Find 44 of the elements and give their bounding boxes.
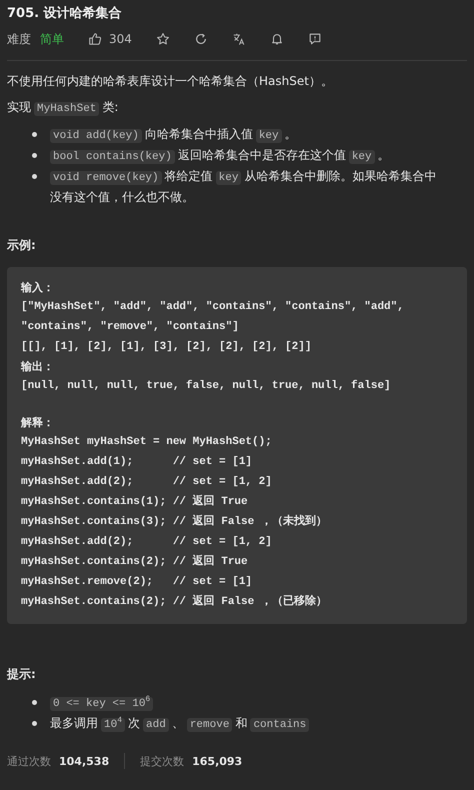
section-heading: 示例: [7,237,37,254]
stat-value: 165,093 [192,754,242,768]
bullet-dot [32,721,37,726]
difficulty-label: 难度 [7,30,31,48]
list-item-text: void add(key) 向哈希集合中插入值 key 。 [50,125,467,146]
difficulty-value: 简单 [40,30,64,48]
list-item-text: void remove(key) 将给定值 key 从哈希集合中删除。如果哈希集合中没有这个值，什么也不做。 [50,168,438,206]
comment-icon[interactable] [308,32,322,46]
translate-icon[interactable] [232,32,246,46]
problem-title: 705. 设计哈希集合 [7,5,123,23]
star-icon[interactable] [156,32,170,46]
code-line: myHashSet.add(2); // set = [1, 2] [21,475,273,490]
code-line: myHashSet.add(2); // set = [1, 2] [21,535,273,550]
code-label: 解释： [21,415,55,431]
bullet-dot [32,174,37,179]
section-heading: 提示: [7,666,37,683]
bell-icon[interactable] [270,32,284,46]
description-text: 不使用任何内建的哈希表库设计一个哈希集合（HashSet）。 [7,73,334,90]
stat-label: 通过次数 [7,754,51,768]
stat-label: 提交次数 [140,754,184,768]
code-label: 输出： [21,359,55,375]
bullet-dot [32,153,37,158]
code-line: myHashSet.remove(2); // set = [1] [21,575,254,590]
code-line: myHashSet.contains(1); // 返回 True [21,494,249,510]
list-item-text: 最多调用 10$^{4}$ 次 add 、 remove 和 contains [50,714,467,735]
refresh-icon[interactable] [194,32,208,46]
code-line: "contains", "remove", "contains"] [21,320,240,335]
code-line: myHashSet.add(1); // set = [1] [21,455,254,470]
code-line: ["MyHashSet", "add", "add", "contains", "contains", "add", [21,300,405,315]
description-text: 实现 MyHashSet 类: [7,99,120,118]
code-line: myHashSet.contains(2); // 返回 False ，（已移除） [21,594,328,610]
like-button[interactable]: 304 [88,32,132,46]
code-label: 输入： [21,280,55,296]
code-line: MyHashSet myHashSet = new MyHashSet(); [21,435,273,450]
thumbs-up-icon[interactable] [88,32,102,46]
code-line: myHashSet.contains(3); // 返回 False ，（未找到） [21,514,328,530]
list-item-text: 0 <= key <= 10$^{6}$ [50,693,467,714]
bullet-dot [32,700,37,705]
bullet-dot [32,132,37,137]
stat-value: 104,538 [59,754,110,768]
code-line: myHashSet.contains(2); // 返回 True [21,554,249,570]
code-line: [null, null, null, true, false, null, true, null, false] [21,378,392,394]
code-line: [[], [1], [2], [1], [3], [2], [2], [2], [2]] [21,340,312,355]
list-item-text: bool contains(key) 返回哈希集合中是否存在这个值 key 。 [50,146,467,167]
